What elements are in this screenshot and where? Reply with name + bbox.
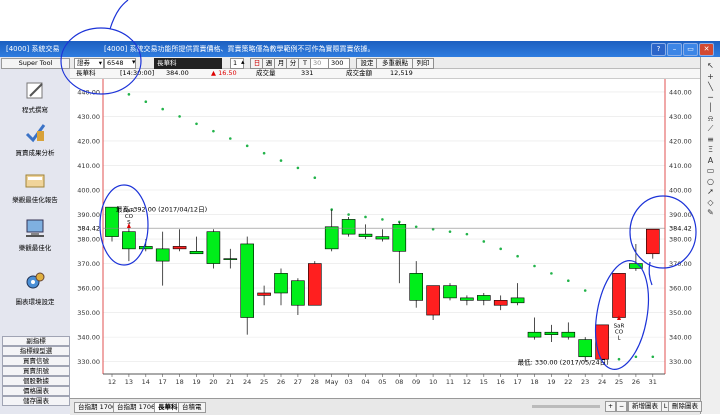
annotation-circle-low <box>594 260 650 370</box>
hand-annotations <box>60 0 697 370</box>
annotation-circle-left <box>99 184 149 266</box>
annotation-circle-right <box>629 195 697 269</box>
annotation-stroke-top <box>109 0 129 30</box>
annotation-circle-symbol <box>60 27 142 95</box>
